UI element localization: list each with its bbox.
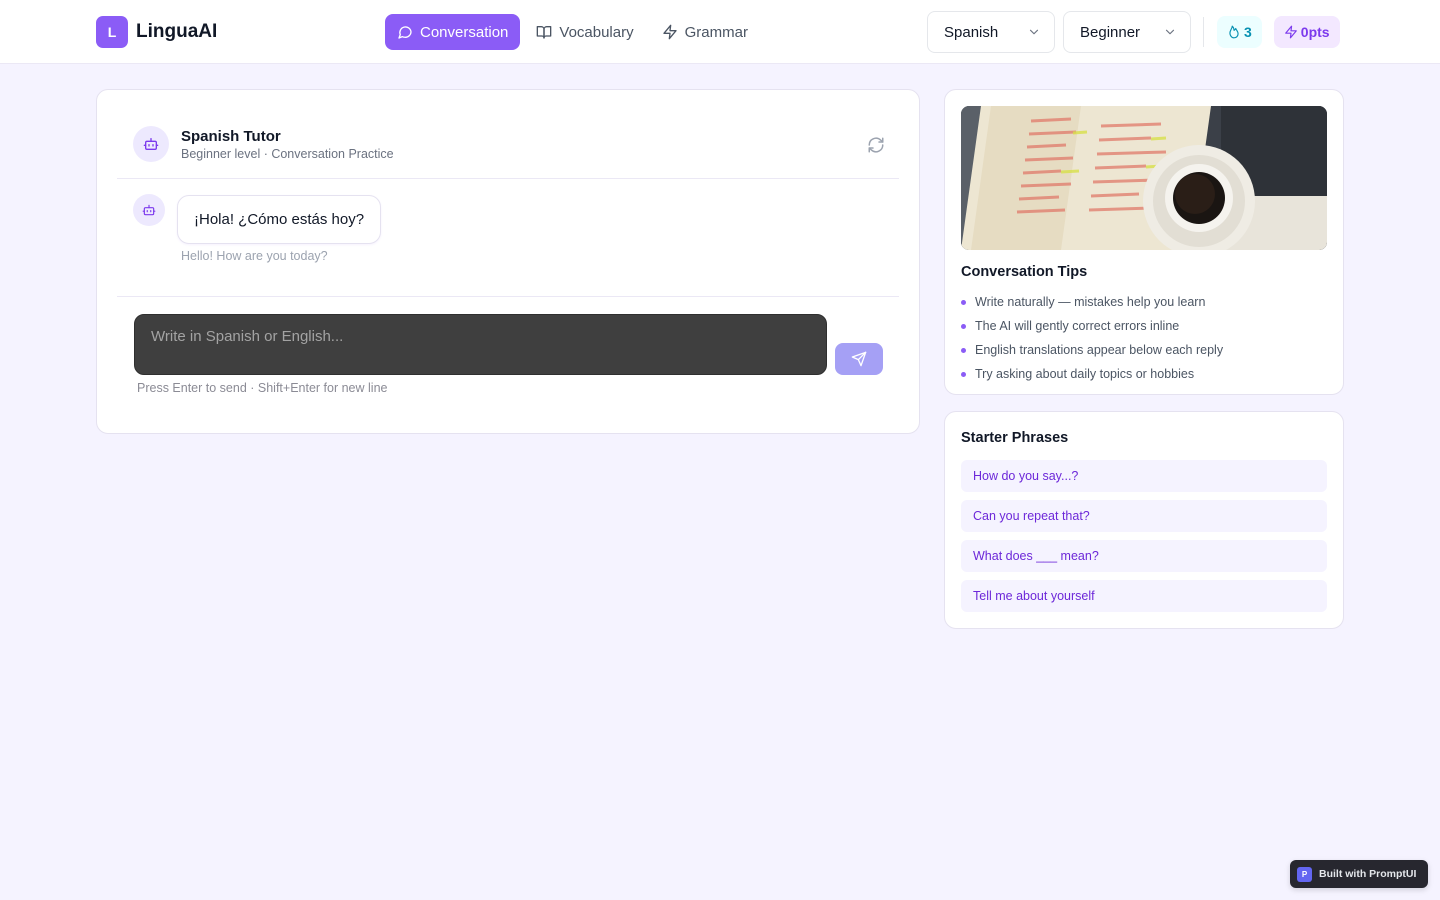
tutor-avatar [133, 126, 169, 162]
starter-phrases-card: Starter Phrases How do you say...? Can y… [944, 411, 1344, 629]
points-value: 0pts [1300, 24, 1330, 40]
tip-item: English translations appear below each r… [961, 338, 1223, 362]
flame-icon [1229, 25, 1239, 39]
robot-icon [143, 138, 159, 150]
tutor-subtitle: Beginner level · Conversation Practice [181, 147, 394, 161]
tip-text: English translations appear below each r… [975, 343, 1224, 357]
tip-text: Try asking about daily topics or hobbies [975, 367, 1195, 381]
header-controls: Spanish Beginner 3 0pts [927, 11, 1340, 53]
streak-badge: 3 [1217, 16, 1262, 48]
send-button[interactable] [835, 343, 883, 375]
phrases-title: Starter Phrases [961, 430, 1069, 446]
message-composer [134, 314, 827, 375]
message-translation: Hello! How are you today? [181, 249, 328, 263]
built-with-text: Built with PromptUI [1319, 868, 1417, 880]
divider [117, 296, 899, 297]
chevron-down-icon [1029, 29, 1039, 35]
tab-grammar[interactable]: Grammar [650, 14, 760, 50]
tab-conversation[interactable]: Conversation [385, 14, 521, 50]
points-badge: 0pts [1273, 16, 1340, 48]
tip-text: Write naturally — mistakes help you lear… [975, 295, 1206, 309]
main-tabs: Conversation Vocabulary Grammar [385, 14, 760, 50]
divider [1203, 17, 1204, 47]
tab-label: Vocabulary [559, 23, 634, 41]
message-input[interactable] [135, 315, 826, 357]
lightning-icon [662, 24, 677, 40]
app-name: LinguaAI [136, 21, 218, 42]
refresh-icon[interactable] [867, 136, 885, 154]
built-with-badge[interactable]: P Built with PromptUI [1290, 860, 1428, 888]
chat-header: Spanish Tutor Beginner level · Conversat… [117, 110, 899, 179]
phrase-button[interactable]: Tell me about yourself [961, 580, 1327, 612]
chat-panel: Spanish Tutor Beginner level · Conversat… [96, 89, 920, 434]
study-photo [961, 106, 1327, 250]
phrase-button[interactable]: What does ___ mean? [961, 540, 1327, 572]
tip-item: Write naturally — mistakes help you lear… [961, 290, 1223, 314]
bullet-icon [961, 347, 966, 353]
phrase-button[interactable]: How do you say...? [961, 460, 1327, 492]
send-icon [851, 351, 867, 367]
language-value: Spanish [944, 23, 999, 41]
robot-icon [142, 204, 156, 216]
bullet-icon [961, 371, 966, 377]
app-logo[interactable]: L LinguaAI [96, 16, 217, 48]
top-navbar: L LinguaAI Conversation Vocabulary Gramm… [0, 0, 1440, 64]
bullet-icon [961, 323, 966, 329]
notebook-coffee-image [961, 106, 1327, 250]
tip-item: Try asking about daily topics or hobbies [961, 362, 1223, 386]
book-icon [537, 26, 552, 39]
tips-card: Conversation Tips Write naturally — mist… [944, 89, 1344, 395]
phrase-button[interactable]: Can you repeat that? [961, 500, 1327, 532]
chat-bubble-icon [398, 26, 412, 39]
streak-count: 3 [1244, 24, 1252, 40]
tip-text: The AI will gently correct errors inline [975, 319, 1180, 333]
logo-mark: L [96, 16, 128, 48]
tutor-message-bubble: ¡Hola! ¿Cómo estás hoy? [177, 195, 382, 244]
tutor-name: Spanish Tutor [181, 128, 281, 145]
tab-label: Conversation [420, 23, 509, 41]
tips-list: Write naturally — mistakes help you lear… [961, 290, 1223, 386]
tips-title: Conversation Tips [961, 264, 1088, 280]
composer-hint: Press Enter to send · Shift+Enter for ne… [137, 381, 388, 395]
tab-label: Grammar [684, 23, 748, 41]
promptui-logo: P [1297, 866, 1312, 882]
lightning-icon [1284, 25, 1297, 39]
chevron-down-icon [1165, 29, 1175, 35]
bullet-icon [961, 299, 966, 305]
tip-item: The AI will gently correct errors inline [961, 314, 1223, 338]
tab-vocabulary[interactable]: Vocabulary [524, 14, 645, 50]
message-avatar [133, 194, 165, 226]
level-value: Beginner [1080, 23, 1141, 41]
level-select[interactable]: Beginner [1063, 11, 1191, 53]
language-select[interactable]: Spanish [927, 11, 1055, 53]
phrase-list: How do you say...? Can you repeat that? … [961, 460, 1327, 620]
